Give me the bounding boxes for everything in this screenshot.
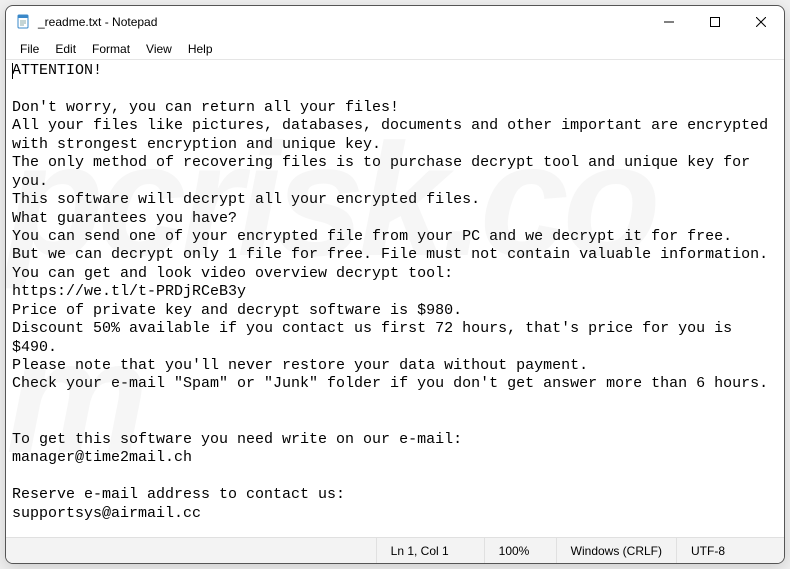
status-spacer xyxy=(6,538,376,563)
status-line-ending: Windows (CRLF) xyxy=(556,538,676,563)
titlebar[interactable]: _readme.txt - Notepad xyxy=(6,6,784,38)
menu-view[interactable]: View xyxy=(138,40,180,58)
menu-help[interactable]: Help xyxy=(180,40,221,58)
window-title: _readme.txt - Notepad xyxy=(38,15,646,29)
document-text: ATTENTION! Don't worry, you can return a… xyxy=(12,62,777,537)
status-encoding: UTF-8 xyxy=(676,538,784,563)
maximize-button[interactable] xyxy=(692,6,738,38)
menu-edit[interactable]: Edit xyxy=(47,40,84,58)
status-cursor-position: Ln 1, Col 1 xyxy=(376,538,484,563)
menu-file[interactable]: File xyxy=(12,40,47,58)
minimize-button[interactable] xyxy=(646,6,692,38)
menubar: File Edit Format View Help xyxy=(6,38,784,60)
close-button[interactable] xyxy=(738,6,784,38)
text-editor[interactable]: ATTENTION! Don't worry, you can return a… xyxy=(6,60,784,537)
notepad-icon xyxy=(16,14,32,30)
notepad-window: _readme.txt - Notepad File Edit Format V… xyxy=(5,5,785,564)
status-zoom[interactable]: 100% xyxy=(484,538,556,563)
statusbar: Ln 1, Col 1 100% Windows (CRLF) UTF-8 xyxy=(6,537,784,563)
menu-format[interactable]: Format xyxy=(84,40,138,58)
